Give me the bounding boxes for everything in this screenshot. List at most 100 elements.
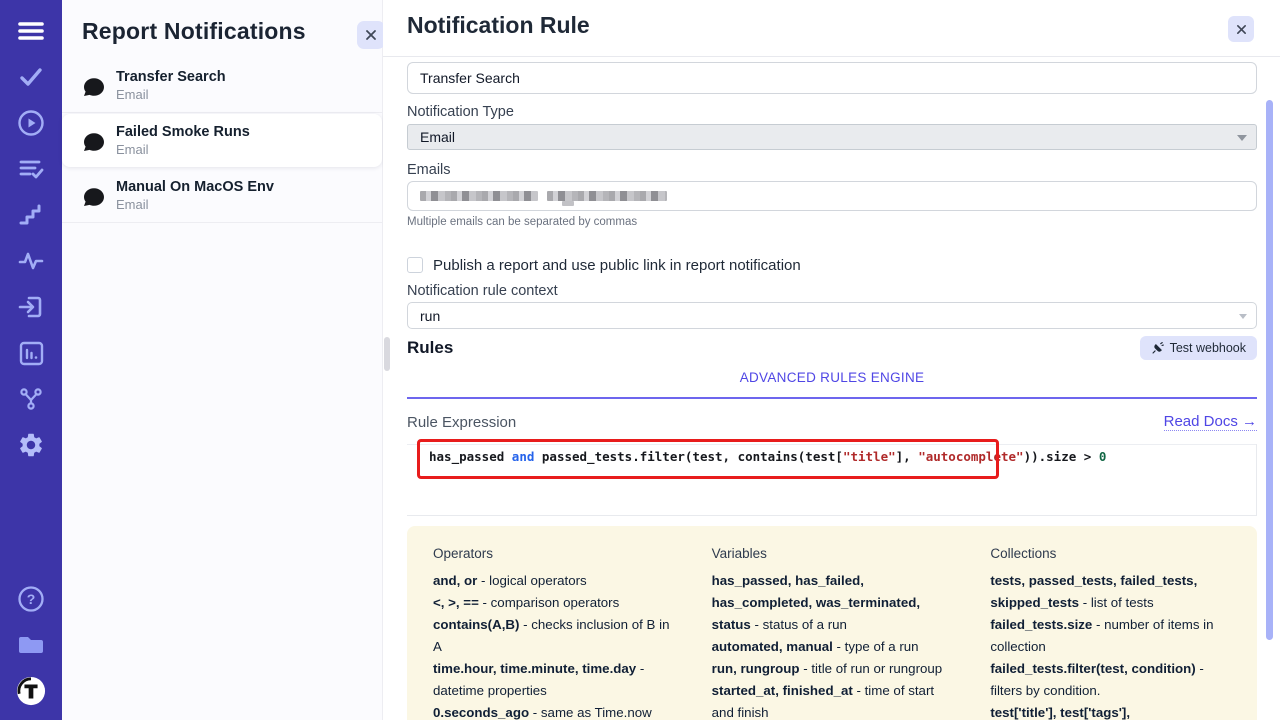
rule-expression-label: Rule Expression	[407, 414, 516, 431]
fork-icon[interactable]	[16, 384, 46, 414]
redacted-email-part	[420, 191, 538, 201]
help-entry: failed_tests.filter(test, condition) - f…	[990, 658, 1231, 702]
rule-expression-editor[interactable]: has_passed and passed_tests.filter(test,…	[407, 444, 1257, 516]
help-entry: contains(A,B) - checks inclusion of B in…	[433, 614, 674, 658]
help-entry: 0.seconds_ago - same as Time.now	[433, 702, 674, 720]
report-notifications-drawer: Report Notifications Transfer Search Emai…	[62, 0, 383, 720]
notification-item-type: Email	[116, 197, 274, 212]
publish-checkbox-label: Publish a report and use public link in …	[433, 257, 801, 274]
help-entry: automated, manual - type of a run	[712, 636, 953, 658]
rules-tabbar: ADVANCED RULES ENGINE	[407, 369, 1257, 399]
notification-type-value: Email	[420, 129, 455, 145]
main-scrollbar-thumb[interactable]	[1266, 100, 1273, 640]
panel-title: Notification Rule	[407, 12, 590, 39]
rule-expression-row: Rule Expression Read Docs →	[407, 413, 1257, 431]
rule-expression-code[interactable]: has_passed and passed_tests.filter(test,…	[407, 444, 1256, 468]
chevron-down-icon	[1239, 314, 1247, 319]
rules-help-panel: Operators and, or - logical operators<, >…	[407, 526, 1257, 720]
redacted-email-part	[562, 201, 574, 206]
close-icon	[365, 29, 377, 41]
tab-advanced-rules-engine[interactable]: ADVANCED RULES ENGINE	[740, 370, 925, 385]
help-entry: run, rungroup - title of run or rungroup	[712, 658, 953, 680]
emails-input[interactable]	[407, 181, 1257, 211]
webhook-icon	[1151, 342, 1164, 355]
chat-bubble-icon	[82, 75, 106, 97]
chat-bubble-icon	[82, 185, 106, 207]
bar-chart-icon[interactable]	[16, 338, 46, 368]
chat-bubble-icon	[82, 130, 106, 152]
drawer-title: Report Notifications	[82, 18, 306, 45]
help-entry: started_at, finished_at - time of start …	[712, 680, 953, 720]
form-content: Notification Type Email Emails Multiple …	[383, 57, 1280, 720]
logo-icon[interactable]	[16, 676, 46, 706]
notification-list-item[interactable]: Failed Smoke Runs Email	[62, 114, 382, 167]
panel-header: Notification Rule	[383, 0, 1280, 57]
help-column-title: Collections	[990, 546, 1231, 561]
close-icon	[1236, 24, 1247, 35]
notification-item-type: Email	[116, 142, 250, 157]
steps-icon[interactable]	[16, 200, 46, 230]
notification-list-item[interactable]: Manual On MacOS Env Email	[62, 169, 382, 223]
help-column-variables: Variables has_passed, has_failed, has_com…	[712, 546, 953, 720]
help-entry: time.hour, time.minute, time.day - datet…	[433, 658, 674, 702]
notification-item-title: Transfer Search	[116, 69, 226, 85]
gear-icon[interactable]	[16, 430, 46, 460]
sign-in-icon[interactable]	[16, 292, 46, 322]
chevron-down-icon	[1237, 135, 1247, 141]
help-column-title: Operators	[433, 546, 674, 561]
activity-icon[interactable]	[16, 246, 46, 276]
notification-type-label: Notification Type	[407, 104, 1257, 121]
code-token-plain: )).size >	[1024, 449, 1099, 464]
code-token-plain: ],	[896, 449, 919, 464]
context-select[interactable]: run	[407, 302, 1257, 329]
notification-list-item[interactable]: Transfer Search Email	[62, 59, 382, 113]
list-check-icon[interactable]	[16, 154, 46, 184]
context-value: run	[420, 308, 440, 324]
help-column-collections: Collections tests, passed_tests, failed_t…	[990, 546, 1231, 720]
help-icon[interactable]: ?	[16, 584, 46, 614]
notification-type-select[interactable]: Email	[407, 124, 1257, 150]
code-token-plain: has_passed	[429, 449, 512, 464]
help-entry: tests, passed_tests, failed_tests, skipp…	[990, 570, 1231, 614]
notification-item-title: Manual On MacOS Env	[116, 179, 274, 195]
rules-header-row: Rules Test webhook	[407, 335, 1257, 361]
help-entry: test['title'], test['tags'], test['descr…	[990, 702, 1231, 720]
rule-name-input[interactable]	[407, 62, 1257, 94]
app-window: ? Report Notifications Transfer Search Em…	[0, 0, 1280, 720]
help-column-title: Variables	[712, 546, 953, 561]
emails-label: Emails	[407, 162, 1257, 179]
read-docs-link[interactable]: Read Docs →	[1164, 413, 1257, 431]
svg-text:?: ?	[27, 591, 36, 607]
drawer-scrollbar-thumb[interactable]	[384, 337, 390, 371]
code-token-string: "autocomplete"	[918, 449, 1023, 464]
folder-icon[interactable]	[16, 630, 46, 660]
emails-hint: Multiple emails can be separated by comm…	[407, 216, 1257, 230]
publish-checkbox-row[interactable]: Publish a report and use public link in …	[407, 256, 1257, 274]
help-entry: and, or - logical operators	[433, 570, 674, 592]
notification-list: Transfer Search Email Failed Smoke Runs Ema…	[62, 59, 382, 223]
help-entry: has_passed, has_failed, has_completed, w…	[712, 570, 953, 636]
redacted-email-part	[547, 191, 667, 201]
play-circle-icon[interactable]	[16, 108, 46, 138]
notification-item-title: Failed Smoke Runs	[116, 124, 250, 140]
code-token-number: 0	[1099, 449, 1107, 464]
rules-heading: Rules	[407, 338, 453, 358]
help-entry: failed_tests.size - number of items in c…	[990, 614, 1231, 658]
notification-item-type: Email	[116, 87, 226, 102]
drawer-header: Report Notifications	[62, 0, 382, 59]
help-column-operators: Operators and, or - logical operators<, >…	[433, 546, 674, 720]
code-token-keyword: and	[512, 449, 535, 464]
sidebar: ?	[0, 0, 62, 720]
publish-checkbox[interactable]	[407, 257, 423, 273]
menu-icon[interactable]	[16, 16, 46, 46]
context-label: Notification rule context	[407, 283, 1257, 300]
check-icon[interactable]	[16, 62, 46, 92]
test-webhook-button[interactable]: Test webhook	[1140, 336, 1257, 360]
code-token-plain: passed_tests.filter(test, contains(test[	[534, 449, 843, 464]
help-entry: <, >, == - comparison operators	[433, 592, 674, 614]
drawer-close-button[interactable]	[357, 21, 385, 49]
panel-close-button[interactable]	[1228, 16, 1254, 42]
test-webhook-label: Test webhook	[1170, 341, 1246, 355]
code-token-string: "title"	[843, 449, 896, 464]
notification-rule-panel: Notification Rule Notification Type Emai…	[383, 0, 1280, 720]
